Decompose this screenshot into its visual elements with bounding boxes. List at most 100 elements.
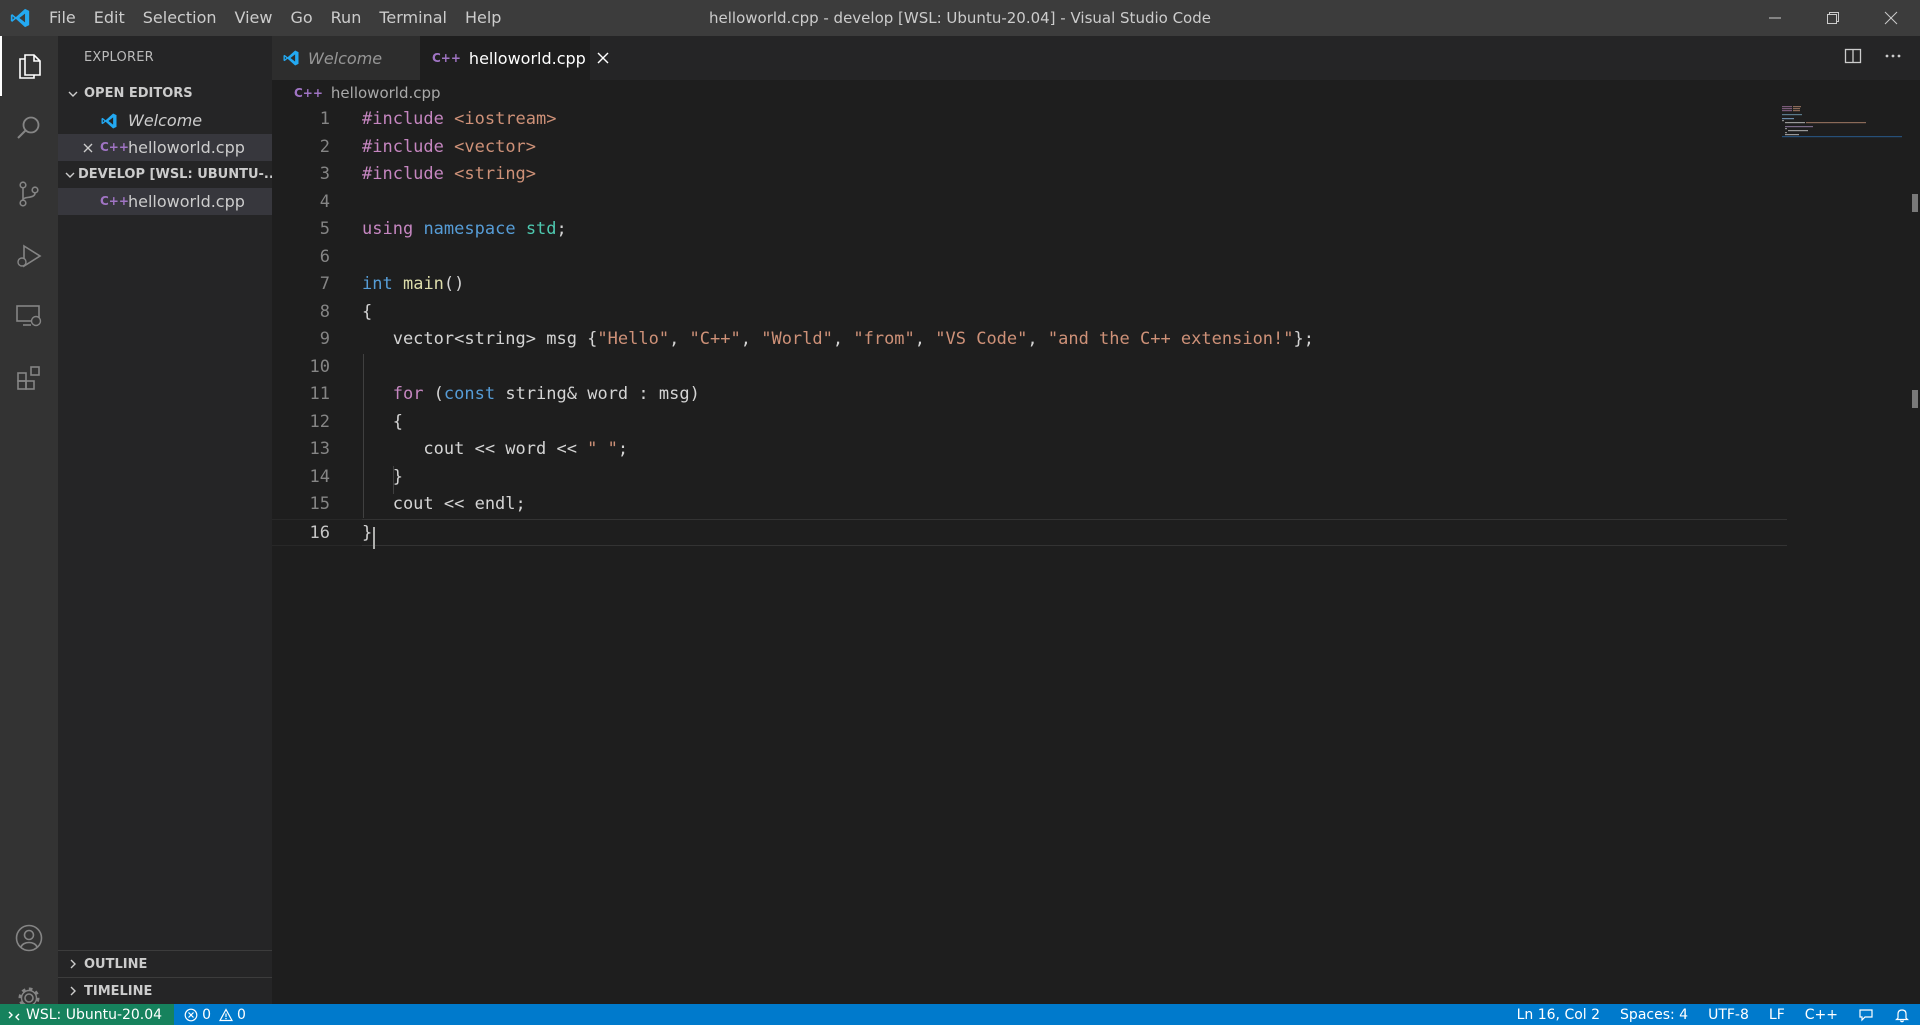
restore-icon: [1827, 12, 1839, 24]
close-icon[interactable]: [80, 134, 96, 161]
code-line: 14 }: [272, 464, 1782, 492]
tab-label: helloworld.cpp: [468, 48, 586, 68]
code-line: 7 int main(): [272, 271, 1782, 299]
menu-edit[interactable]: Edit: [85, 0, 134, 36]
feedback-icon: [1859, 1008, 1873, 1021]
encoding-status[interactable]: UTF-8: [1698, 1004, 1759, 1025]
indentation-status[interactable]: Spaces: 4: [1610, 1004, 1698, 1025]
vertical-scrollbar[interactable]: [1906, 106, 1920, 1004]
code-editor[interactable]: 1 #include <iostream> 2 #include <vector> …: [272, 106, 1920, 1004]
search-activity[interactable]: [0, 98, 58, 158]
restore-button[interactable]: [1804, 0, 1862, 36]
menu-run[interactable]: Run: [322, 0, 371, 36]
activity-bar: [0, 36, 58, 1009]
explorer-activity[interactable]: [0, 36, 58, 96]
workspace-file-helloworld[interactable]: C++ helloworld.cpp: [58, 188, 272, 215]
code-line-current: 16}: [272, 518, 1787, 546]
warning-count: 0: [237, 1006, 246, 1023]
run-debug-activity[interactable]: [0, 226, 58, 286]
outline-label: OUTLINE: [84, 956, 148, 972]
text-cursor: [373, 527, 375, 549]
source-control-icon: [19, 181, 39, 207]
code-line: 11 for (const string& word : msg): [272, 381, 1782, 409]
outline-header[interactable]: OUTLINE: [58, 950, 272, 977]
menu-go[interactable]: Go: [281, 0, 321, 36]
open-editor-label: helloworld.cpp: [128, 138, 245, 157]
open-editors-label: OPEN EDITORS: [84, 86, 193, 101]
source-control-activity[interactable]: [0, 164, 58, 224]
code-line: 6: [272, 244, 1782, 272]
menu-terminal[interactable]: Terminal: [370, 0, 456, 36]
split-editor-icon[interactable]: [1844, 47, 1862, 69]
cursor-position[interactable]: Ln 16, Col 2: [1507, 1004, 1610, 1025]
close-tab-icon[interactable]: [596, 51, 610, 65]
problems-status[interactable]: 0 0: [174, 1004, 256, 1025]
remote-explorer-icon: [16, 305, 42, 327]
breadcrumb-file[interactable]: helloworld.cpp: [331, 84, 441, 102]
open-editor-welcome[interactable]: Welcome: [58, 107, 272, 134]
code-line: 13 cout << word << " ";: [272, 436, 1782, 464]
tab-helloworld[interactable]: C++ helloworld.cpp: [420, 36, 609, 80]
workspace-label: DEVELOP [WSL: UBUNTU-...: [78, 167, 272, 182]
open-editors-header[interactable]: OPEN EDITORS: [58, 80, 272, 107]
workspace-file-label: helloworld.cpp: [128, 192, 245, 211]
tab-label: Welcome: [308, 48, 383, 68]
error-count: 0: [202, 1006, 211, 1023]
remote-indicator[interactable]: WSL: Ubuntu-20.04: [0, 1004, 175, 1025]
sidebar-bottom-sections: OUTLINE TIMELINE: [58, 950, 272, 1004]
tab-welcome[interactable]: Welcome: [272, 36, 420, 80]
code-line: 2 #include <vector>: [272, 134, 1782, 162]
scrollbar-marker: [1912, 390, 1918, 408]
language-mode[interactable]: C++: [1795, 1004, 1848, 1025]
line-number: 13: [309, 439, 330, 459]
run-debug-icon: [17, 244, 42, 268]
warning-icon: [219, 1007, 233, 1021]
account-icon: [15, 924, 43, 952]
line-number: 9: [319, 329, 330, 349]
line-number: 16: [309, 522, 330, 543]
more-actions-icon[interactable]: [1884, 47, 1902, 69]
editor-actions: [1844, 36, 1902, 80]
editor-tabs: Welcome C++ helloworld.cpp: [272, 36, 1920, 80]
vscode-logo-icon: [0, 0, 40, 36]
menu-selection[interactable]: Selection: [134, 0, 226, 36]
extensions-icon: [17, 366, 40, 390]
close-icon: [1884, 11, 1898, 25]
timeline-label: TIMELINE: [84, 983, 153, 999]
open-editor-label: Welcome: [128, 111, 203, 130]
chevron-down-icon: [64, 169, 76, 181]
line-number: 3: [319, 164, 330, 184]
open-editor-helloworld[interactable]: C++ helloworld.cpp: [58, 134, 272, 161]
timeline-header[interactable]: TIMELINE: [58, 977, 272, 1004]
minimize-button[interactable]: [1746, 0, 1804, 36]
bell-icon: [1895, 1008, 1909, 1022]
minimap[interactable]: [1782, 106, 1902, 166]
close-window-button[interactable]: [1862, 0, 1920, 36]
remote-explorer-activity[interactable]: [0, 286, 58, 346]
code-line: 1 #include <iostream>: [272, 106, 1782, 134]
breadcrumb: C++ helloworld.cpp: [272, 80, 1920, 106]
chevron-right-icon: [64, 985, 82, 997]
menu-help[interactable]: Help: [456, 0, 510, 36]
workspace-header[interactable]: DEVELOP [WSL: UBUNTU-...: [58, 161, 272, 188]
sidebar-title: EXPLORER: [84, 50, 154, 65]
code-line: 9 vector<string> msg {"Hello", "C++", "W…: [272, 326, 1782, 354]
feedback-button[interactable]: [1848, 1004, 1884, 1025]
code-line: 12 {: [272, 409, 1782, 437]
remote-icon: [8, 1011, 20, 1020]
accounts-activity[interactable]: [0, 908, 58, 968]
menu-file[interactable]: File: [40, 0, 85, 36]
cpp-file-icon: C++: [432, 51, 461, 65]
cpp-file-icon: C++: [100, 140, 129, 154]
indent-guide: [363, 354, 364, 518]
line-number: 5: [319, 219, 330, 239]
scrollbar-marker: [1912, 194, 1918, 212]
cpp-file-icon: C++: [100, 194, 129, 208]
line-number: 11: [309, 384, 330, 404]
eol-status[interactable]: LF: [1759, 1004, 1795, 1025]
explorer-sidebar: EXPLORER OPEN EDITORS Welcome C++ hellow…: [58, 36, 272, 1004]
extensions-activity[interactable]: [0, 348, 58, 408]
notifications-button[interactable]: [1884, 1004, 1920, 1025]
line-number: 6: [319, 246, 330, 267]
menu-view[interactable]: View: [226, 0, 282, 36]
